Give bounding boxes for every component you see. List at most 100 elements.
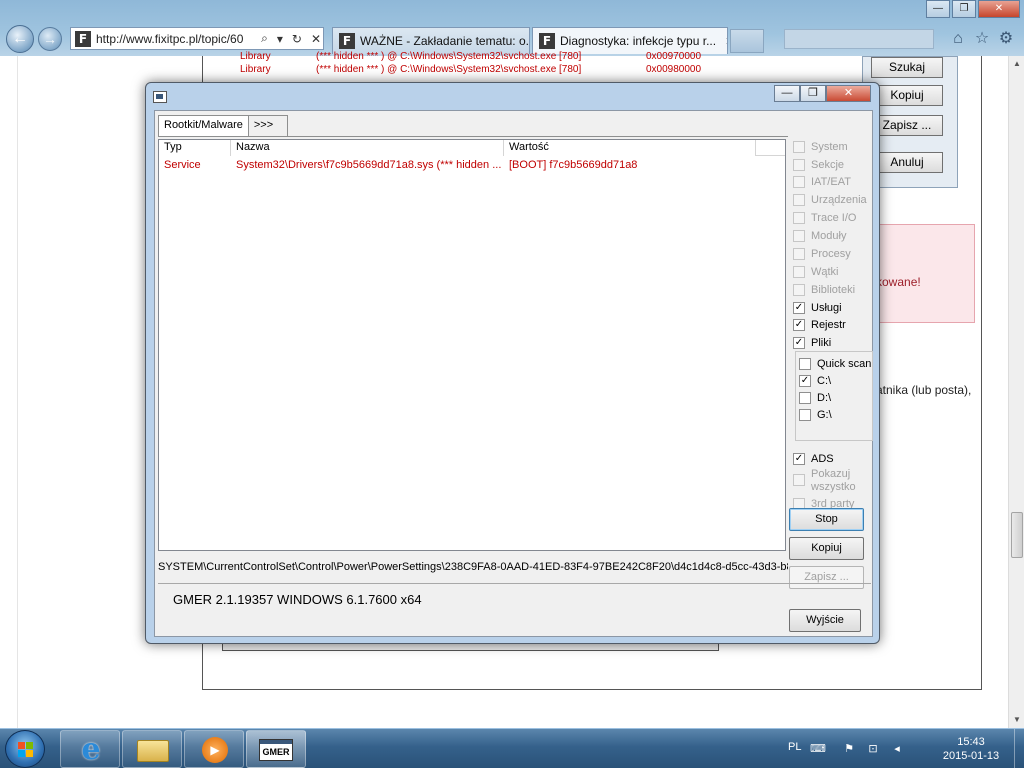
drive-d[interactable]: D:\ <box>799 390 831 406</box>
option-urzadzenia[interactable]: Urządzenia <box>793 192 867 208</box>
address-bar[interactable]: F http://www.fixitpc.pl/topic/60 ⌕ ▾ ↻ ✕ <box>70 27 324 50</box>
log-address: 0x00970000 <box>646 51 702 62</box>
drive-label: Quick scan <box>817 358 872 370</box>
option-show-all[interactable]: Pokazuj wszystko <box>793 468 856 494</box>
option-rejestr[interactable]: ✓ Rejestr <box>793 317 846 333</box>
option-biblioteki[interactable]: Biblioteki <box>793 282 855 298</box>
option-label: Usługi <box>811 302 842 314</box>
start-button[interactable] <box>5 730 45 768</box>
copy-button[interactable]: Kopiuj <box>789 537 864 560</box>
page-scrollbar[interactable]: ▲ ▼ <box>1008 56 1024 728</box>
drive-c[interactable]: ✓ C:\ <box>799 373 831 389</box>
drive-quick-scan[interactable]: Quick scan <box>799 356 871 372</box>
checkbox-icon <box>793 230 805 242</box>
refresh-icon[interactable]: ↻ <box>290 32 304 46</box>
option-system[interactable]: System <box>793 139 848 155</box>
taskbar-media-player[interactable]: ▶ <box>184 730 244 768</box>
column-header-nazwa[interactable]: Nazwa <box>231 140 504 156</box>
favorites-star-icon[interactable]: ☆ <box>972 29 992 49</box>
browser-search-box[interactable] <box>784 29 934 49</box>
save-button[interactable]: Zapisz ... <box>789 566 864 589</box>
drive-g[interactable]: G:\ <box>799 407 832 423</box>
option-label: Pliki <box>811 337 832 349</box>
chevron-down-icon[interactable]: ▾ <box>275 32 285 46</box>
option-sekcje[interactable]: Sekcje <box>793 157 844 173</box>
results-list[interactable]: Typ Nazwa Wartość Service System32\Drive… <box>158 139 786 551</box>
back-button[interactable]: ← <box>6 25 34 53</box>
gmer-window-controls: — ❐ ✕ <box>774 85 871 102</box>
network-icon[interactable]: ⊡ <box>866 742 880 756</box>
option-label: Procesy <box>811 248 851 260</box>
forward-button[interactable]: → <box>38 27 62 51</box>
option-moduly[interactable]: Moduły <box>793 228 846 244</box>
tools-gear-icon[interactable]: ⚙ <box>996 29 1016 49</box>
media-player-icon: ▶ <box>202 737 228 763</box>
home-icon[interactable]: ⌂ <box>948 29 968 49</box>
log-type: Library <box>240 64 271 75</box>
tab-favicon-icon: F <box>539 33 555 49</box>
gmer-titlebar[interactable]: — ❐ ✕ <box>146 83 879 109</box>
option-label-line: wszystko <box>811 481 856 493</box>
keyboard-icon[interactable]: ⌨ <box>810 742 826 756</box>
gmer-icon: GMER <box>259 739 293 761</box>
column-header-wartosc[interactable]: Wartość <box>504 140 756 156</box>
tab-more[interactable]: >>> <box>247 115 288 136</box>
option-label: Pokazuj wszystko <box>811 468 856 494</box>
exit-button[interactable]: Wyjście <box>789 609 861 632</box>
checkbox-icon <box>793 212 805 224</box>
checkbox-icon <box>799 392 811 404</box>
show-desktop-button[interactable] <box>1014 729 1024 769</box>
taskbar-explorer[interactable] <box>122 730 182 768</box>
volume-icon[interactable]: ◂ <box>890 742 904 756</box>
search-icon[interactable]: ⌕ <box>259 31 270 46</box>
column-header-typ[interactable]: Typ <box>159 140 231 156</box>
drive-label: G:\ <box>817 409 832 421</box>
option-pliki[interactable]: ✓ Pliki <box>793 335 831 351</box>
warning-text-fragment: kowane! <box>876 275 921 289</box>
drive-label: C:\ <box>817 375 832 387</box>
option-uslugi[interactable]: ✓ Usługi <box>793 300 842 316</box>
close-button[interactable]: ✕ <box>978 0 1020 18</box>
maximize-button[interactable]: ❐ <box>952 0 976 18</box>
option-iat-eat[interactable]: IAT/EAT <box>793 174 851 190</box>
address-url[interactable]: http://www.fixitpc.pl/topic/60 <box>96 32 254 46</box>
gmer-maximize-button[interactable]: ❐ <box>800 85 826 102</box>
clock[interactable]: 15:43 2015-01-13 <box>938 735 1004 763</box>
checkbox-icon <box>793 176 805 188</box>
search-button[interactable]: Szukaj <box>871 57 943 78</box>
taskbar-gmer[interactable]: GMER <box>246 730 306 768</box>
option-trace-io[interactable]: Trace I/O <box>793 210 856 226</box>
option-label: Wątki <box>811 266 839 278</box>
gmer-minimize-button[interactable]: — <box>774 85 800 102</box>
option-watki[interactable]: Wątki <box>793 264 839 280</box>
post-text-fragment: atnika (lub posta), <box>876 383 972 397</box>
checkbox-icon <box>793 248 805 260</box>
browser-toolbar: ← → F http://www.fixitpc.pl/topic/60 ⌕ ▾… <box>0 0 1024 56</box>
drive-label: D:\ <box>817 392 832 404</box>
gmer-close-button[interactable]: ✕ <box>826 85 871 102</box>
cancel-button[interactable]: Anuluj <box>871 152 943 173</box>
stop-icon[interactable]: ✕ <box>309 32 323 46</box>
option-procesy[interactable]: Procesy <box>793 246 851 262</box>
checkbox-icon <box>793 194 805 206</box>
scroll-down-icon[interactable]: ▼ <box>1009 712 1024 728</box>
taskbar-internet-explorer[interactable]: e <box>60 730 120 768</box>
option-label: Moduły <box>811 230 847 242</box>
tab-close-icon[interactable]: ✕ <box>725 35 727 48</box>
copy-button[interactable]: Kopiuj <box>871 85 943 106</box>
new-tab-button[interactable] <box>730 29 764 53</box>
minimize-button[interactable]: — <box>926 0 950 18</box>
language-indicator[interactable]: PL <box>788 741 801 753</box>
taskbar: e ▶ GMER PL ⌨ ⚑ ⊡ ◂ 15:43 2015-01-13 <box>0 728 1024 769</box>
action-center-flag-icon[interactable]: ⚑ <box>842 742 856 756</box>
back-arrow-icon: ← <box>12 30 28 47</box>
stop-button[interactable]: Stop <box>789 508 864 531</box>
table-row[interactable]: Service System32\Drivers\f7c9b5669dd71a8… <box>159 158 785 173</box>
option-ads[interactable]: ✓ ADS <box>793 451 834 467</box>
checkbox-checked-icon: ✓ <box>799 375 811 387</box>
scroll-up-icon[interactable]: ▲ <box>1009 56 1024 72</box>
tab-favicon-icon: F <box>339 33 355 49</box>
save-button[interactable]: Zapisz ... <box>871 115 943 136</box>
tab-rootkit-malware[interactable]: Rootkit/Malware <box>158 115 249 137</box>
scroll-thumb[interactable] <box>1011 512 1023 558</box>
